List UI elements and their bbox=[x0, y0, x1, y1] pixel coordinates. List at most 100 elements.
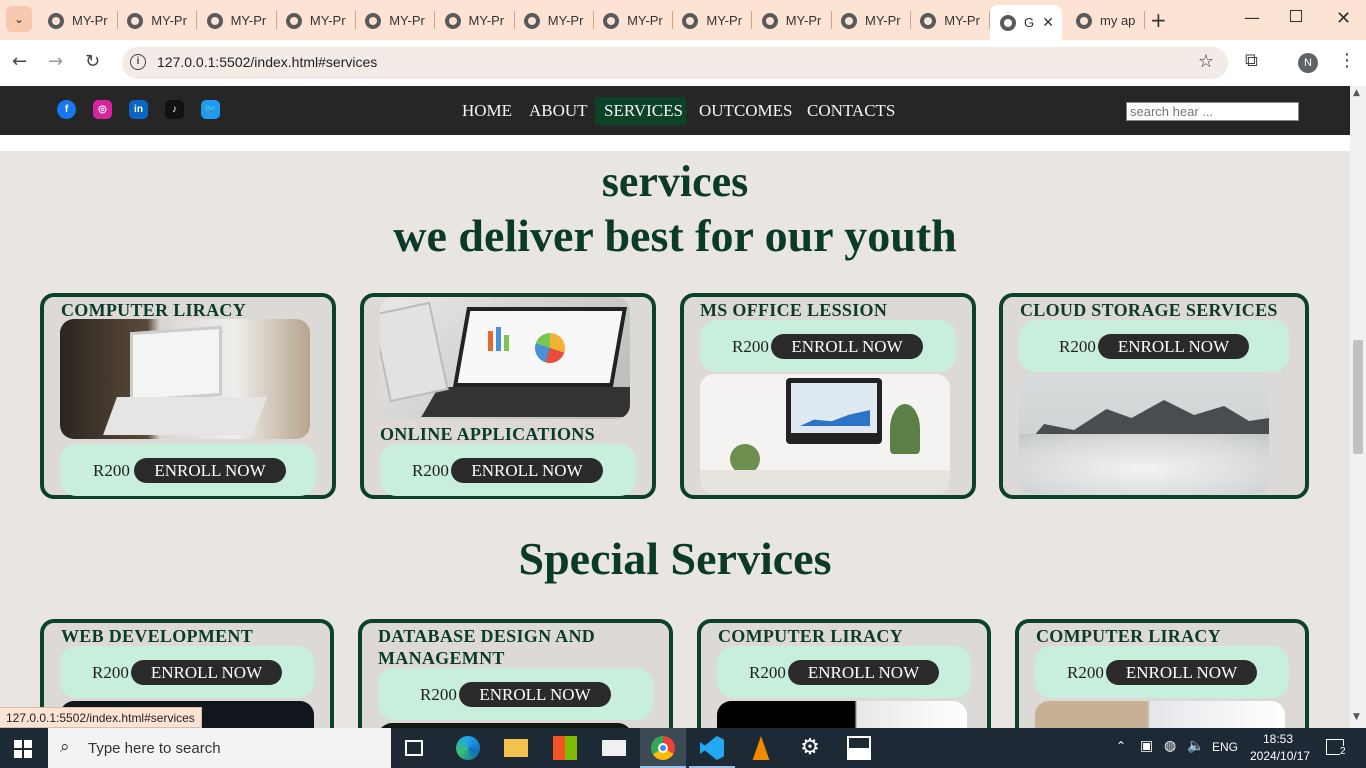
tab-title: MY-Pr bbox=[468, 13, 505, 28]
tiktok-icon[interactable]: ♪ bbox=[165, 100, 184, 119]
twitter-icon[interactable]: 🐦 bbox=[201, 100, 220, 119]
site-navbar: f ◎ in ♪ 🐦 HOME ABOUT SERVICES OUTCOMES CONT… bbox=[0, 86, 1350, 135]
new-tab-button[interactable]: + bbox=[1150, 8, 1167, 32]
service-card: COMPUTER LIRACY R200 ENROLL NOW bbox=[40, 293, 336, 499]
profile-avatar[interactable]: N bbox=[1298, 53, 1318, 73]
service-card: ONLINE APPLICATIONS R200 ENROLL NOW bbox=[360, 293, 656, 499]
price-label: R200 bbox=[732, 337, 769, 356]
url-text: 127.0.0.1:5502/index.html#services bbox=[157, 54, 378, 70]
store-icon[interactable] bbox=[553, 736, 577, 760]
address-bar[interactable]: i 127.0.0.1:5502/index.html#services ☆ bbox=[122, 47, 1228, 79]
scroll-up-arrow[interactable]: ▲ bbox=[1353, 88, 1360, 98]
nav-services[interactable]: SERVICES bbox=[604, 101, 683, 121]
instagram-icon[interactable]: ◎ bbox=[93, 100, 112, 119]
start-button[interactable] bbox=[14, 740, 32, 758]
browser-tab[interactable]: MY-Pr bbox=[117, 5, 198, 36]
browser-tab[interactable]: MY-Pr bbox=[435, 5, 515, 36]
scrollbar[interactable]: ▲ ▼ bbox=[1350, 86, 1366, 728]
globe-icon bbox=[841, 12, 857, 29]
enroll-button[interactable]: ENROLL NOW bbox=[459, 682, 611, 707]
taskbar-search[interactable]: ⌕ Type here to search bbox=[48, 728, 391, 768]
browser-tab[interactable]: MY-Pr bbox=[752, 5, 832, 36]
site-info-icon[interactable]: i bbox=[130, 54, 146, 70]
tray-globe-icon[interactable]: ◍ bbox=[1164, 738, 1176, 754]
tab-title: MY-Pr bbox=[865, 13, 901, 28]
facebook-icon[interactable]: f bbox=[57, 100, 76, 119]
tray-chevron-icon[interactable]: ⌃ bbox=[1116, 739, 1126, 753]
special-service-card: COMPUTER LIRACY R200 ENROLL NOW bbox=[697, 619, 991, 728]
enroll-button[interactable]: ENROLL NOW bbox=[771, 334, 923, 359]
menu-icon[interactable]: ⋮ bbox=[1338, 50, 1356, 71]
file-explorer-icon[interactable] bbox=[504, 739, 528, 757]
chrome-icon[interactable] bbox=[651, 736, 675, 760]
browser-tab[interactable]: MY-Pr bbox=[38, 5, 118, 36]
tab-search-button[interactable]: ⌄ bbox=[6, 6, 32, 32]
extensions-icon[interactable]: ⧉ bbox=[1245, 50, 1258, 71]
reload-icon[interactable]: ↻ bbox=[85, 51, 100, 72]
scroll-down-arrow[interactable]: ▼ bbox=[1353, 712, 1360, 722]
browser-tab[interactable]: MY-Pr bbox=[831, 5, 911, 36]
nav-contacts[interactable]: CONTACTS bbox=[807, 101, 895, 121]
tab-title: MY-Pr bbox=[627, 13, 663, 28]
edge-icon[interactable] bbox=[456, 736, 480, 760]
web-page: f ◎ in ♪ 🐦 HOME ABOUT SERVICES OUTCOMES CONT… bbox=[0, 86, 1350, 728]
card-title: ONLINE APPLICATIONS bbox=[380, 424, 595, 444]
globe-icon bbox=[1076, 12, 1092, 29]
browser-tab[interactable]: MY-Pr bbox=[355, 5, 436, 36]
tray-network-icon[interactable]: ▣ bbox=[1140, 738, 1153, 754]
linkedin-icon[interactable]: in bbox=[129, 100, 148, 119]
restore-button[interactable] bbox=[1290, 10, 1302, 22]
card-title: COMPUTER LIRACY bbox=[61, 300, 247, 320]
tab-title: MY-Pr bbox=[151, 13, 187, 28]
status-url: 127.0.0.1:5502/index.html#services bbox=[0, 707, 202, 728]
minimize-button[interactable]: — bbox=[1244, 8, 1260, 27]
nav-outcomes[interactable]: OUTCOMES bbox=[699, 101, 793, 121]
special-services-heading: Special Services bbox=[518, 533, 832, 584]
nav-home[interactable]: HOME bbox=[462, 101, 512, 121]
tab-my-app[interactable]: my ap bbox=[1066, 5, 1145, 36]
keyboard-photo bbox=[1035, 701, 1285, 728]
price-label: R200 bbox=[1067, 663, 1104, 682]
close-window-button[interactable]: ✕ bbox=[1336, 8, 1351, 29]
browser-tab[interactable]: MY-Pr bbox=[593, 5, 674, 36]
language-indicator[interactable]: ENG bbox=[1212, 740, 1238, 754]
tab-title: MY-Pr bbox=[389, 13, 425, 28]
browser-tab[interactable]: MY-Pr bbox=[276, 5, 356, 36]
tab-title: MY-Pr bbox=[230, 13, 267, 28]
services-heading: services bbox=[601, 157, 749, 206]
search-icon: ⌕ bbox=[60, 737, 70, 757]
forward-icon[interactable]: → bbox=[48, 51, 63, 72]
clock-time[interactable]: 18:53 bbox=[1263, 732, 1293, 746]
task-view-icon[interactable] bbox=[405, 740, 423, 756]
scroll-thumb[interactable] bbox=[1353, 340, 1363, 454]
browser-tab[interactable]: MY-Pr bbox=[672, 5, 753, 36]
enroll-button[interactable]: ENROLL NOW bbox=[451, 458, 603, 483]
enroll-button[interactable]: ENROLL NOW bbox=[1106, 660, 1257, 685]
vlc-icon[interactable] bbox=[752, 736, 770, 760]
photos-icon[interactable] bbox=[847, 736, 871, 760]
mail-icon[interactable] bbox=[602, 740, 626, 756]
notification-count: 2 bbox=[1340, 746, 1346, 757]
enroll-button[interactable]: ENROLL NOW bbox=[134, 458, 286, 483]
globe-icon bbox=[127, 12, 144, 29]
bookmark-star-icon[interactable]: ☆ bbox=[1198, 51, 1214, 72]
clock-date[interactable]: 2024/10/17 bbox=[1250, 749, 1310, 763]
tab-active[interactable]: G ✕ bbox=[990, 5, 1062, 40]
service-card: MS OFFICE LESSION R200 ENROLL NOW bbox=[680, 293, 976, 499]
enroll-button[interactable]: ENROLL NOW bbox=[131, 660, 282, 685]
browser-tab[interactable]: MY-Pr bbox=[910, 5, 991, 36]
back-icon[interactable]: ← bbox=[12, 51, 27, 72]
browser-tab[interactable]: MY-Pr bbox=[197, 5, 277, 36]
browser-tab[interactable]: MY-Pr bbox=[514, 5, 594, 36]
settings-icon[interactable]: ⚙ bbox=[798, 736, 822, 760]
laptop-photo bbox=[60, 319, 310, 439]
tray-volume-icon[interactable]: 🔈 bbox=[1187, 738, 1204, 754]
nav-about[interactable]: ABOUT bbox=[529, 101, 588, 121]
close-tab-icon[interactable]: ✕ bbox=[1042, 15, 1054, 31]
enroll-button[interactable]: ENROLL NOW bbox=[1098, 334, 1249, 359]
enroll-button[interactable]: ENROLL NOW bbox=[788, 660, 939, 685]
globe-icon bbox=[48, 12, 64, 29]
price-label: R200 bbox=[1059, 337, 1096, 356]
search-input[interactable]: search hear ... bbox=[1126, 102, 1299, 121]
analytics-laptop-photo bbox=[380, 297, 630, 419]
